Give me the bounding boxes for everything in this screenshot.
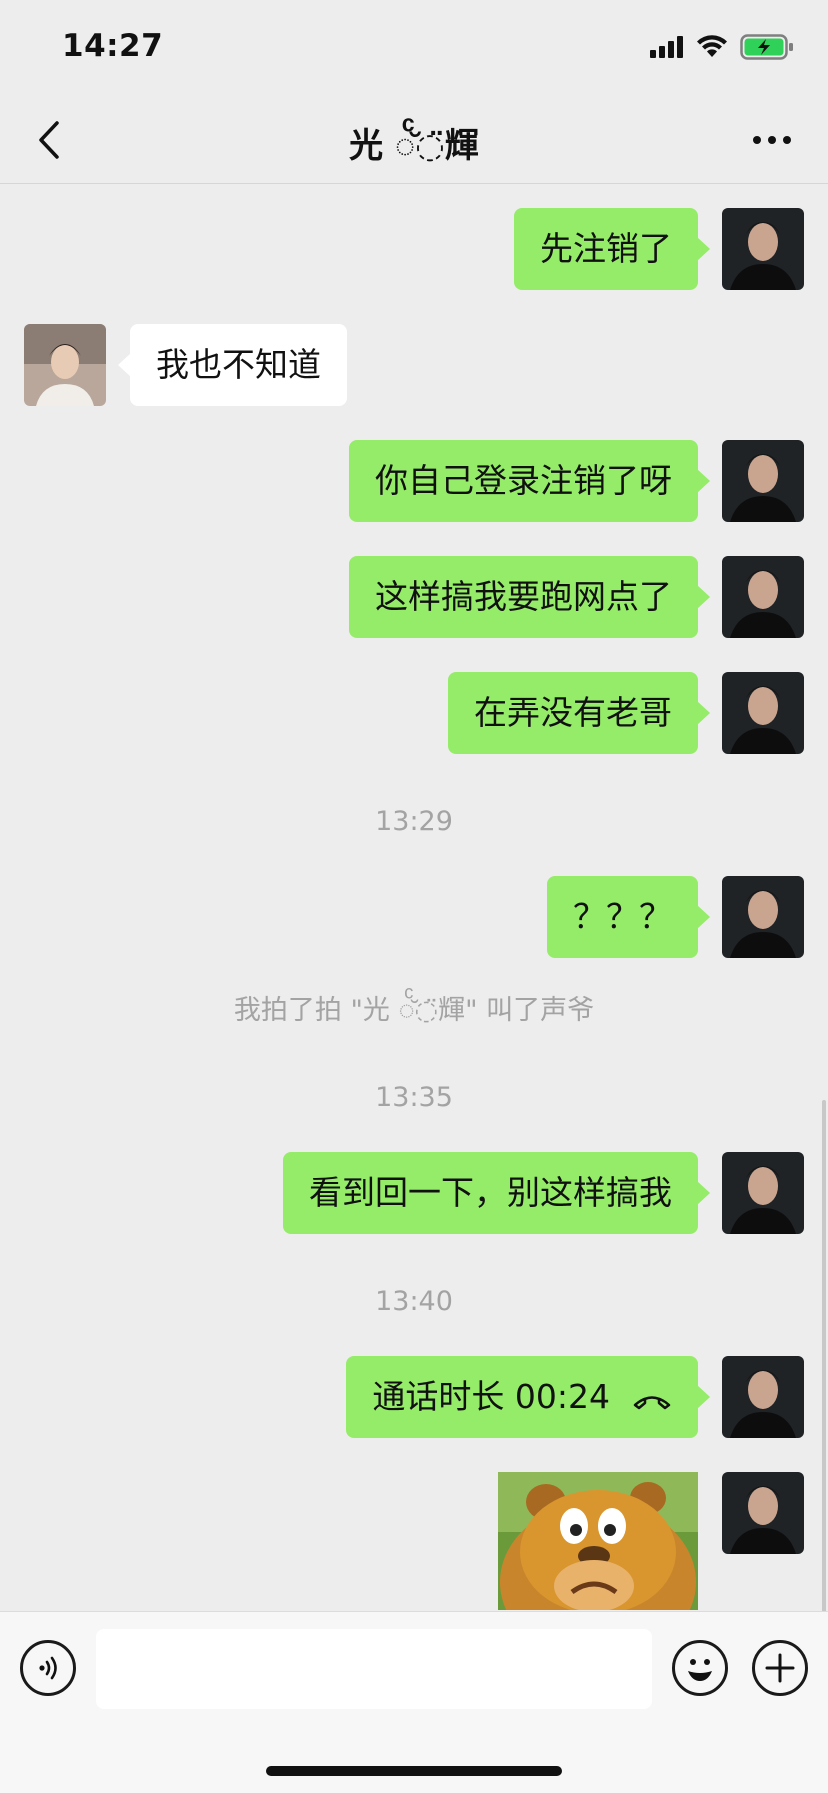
call-record-bubble[interactable]: 通话时长 00:24 [346,1356,710,1440]
message-bubble-sent[interactable]: 你自己登录注销了呀 [349,440,710,522]
my-avatar[interactable] [722,876,804,958]
my-avatar[interactable] [722,208,804,290]
emoji-icon [688,1659,712,1681]
chat-area[interactable]: 先注销了 我也不知道 你自己登录注销了呀 这样搞我要跑网点了 在弄没有老哥 13… [0,184,828,1610]
battery-charging-icon [740,34,793,60]
message-input[interactable] [96,1629,652,1709]
status-time: 14:27 [62,28,164,64]
home-indicator[interactable] [266,1766,562,1776]
message-bubble-sent[interactable]: 这样搞我要跑网点了 [349,556,710,638]
bear-sticker[interactable] [498,1472,698,1610]
message-timestamp: 13:29 [375,806,453,837]
wifi-icon [697,35,727,57]
my-avatar[interactable] [722,1356,804,1438]
contact-avatar[interactable] [24,324,106,406]
message-bubble-received[interactable]: 我也不知道 [118,324,347,406]
voice-icon [39,1656,57,1680]
my-avatar[interactable] [722,1472,804,1554]
more-button[interactable] [742,114,802,166]
message-timestamp: 13:35 [375,1082,453,1113]
voice-button[interactable] [20,1640,76,1696]
status-bar: 14:27 [0,0,828,100]
chat-header: 光 ◌ͨ̆◌̈輝 [0,100,828,184]
ellipsis-icon [753,136,791,144]
chat-scrollbar[interactable] [822,1100,826,1620]
emoji-button[interactable] [672,1640,728,1696]
my-avatar[interactable] [722,556,804,638]
phone-hangup-icon [632,1358,672,1440]
message-bubble-sent[interactable]: 看到回一下，别这样搞我 [283,1152,710,1234]
call-duration-label: 通话时长 00:24 [372,1377,610,1416]
cellular-signal-icon [650,36,683,58]
more-functions-button[interactable] [752,1640,808,1696]
message-bubble-sent[interactable]: ？？？ [547,876,710,958]
chat-title: 光 ◌ͨ̆◌̈輝 [349,126,479,166]
status-icons [650,34,794,60]
message-timestamp: 13:40 [375,1286,453,1317]
pat-system-message: 我拍了拍 "光 ◌ͨ̆◌̈輝" 叫了声爷 [233,995,595,1026]
plus-icon [765,1653,795,1683]
message-bubble-sent[interactable]: 先注销了 [514,208,710,290]
my-avatar[interactable] [722,440,804,522]
my-avatar[interactable] [722,1152,804,1234]
my-avatar[interactable] [722,672,804,754]
message-bubble-sent[interactable]: 在弄没有老哥 [448,672,710,754]
